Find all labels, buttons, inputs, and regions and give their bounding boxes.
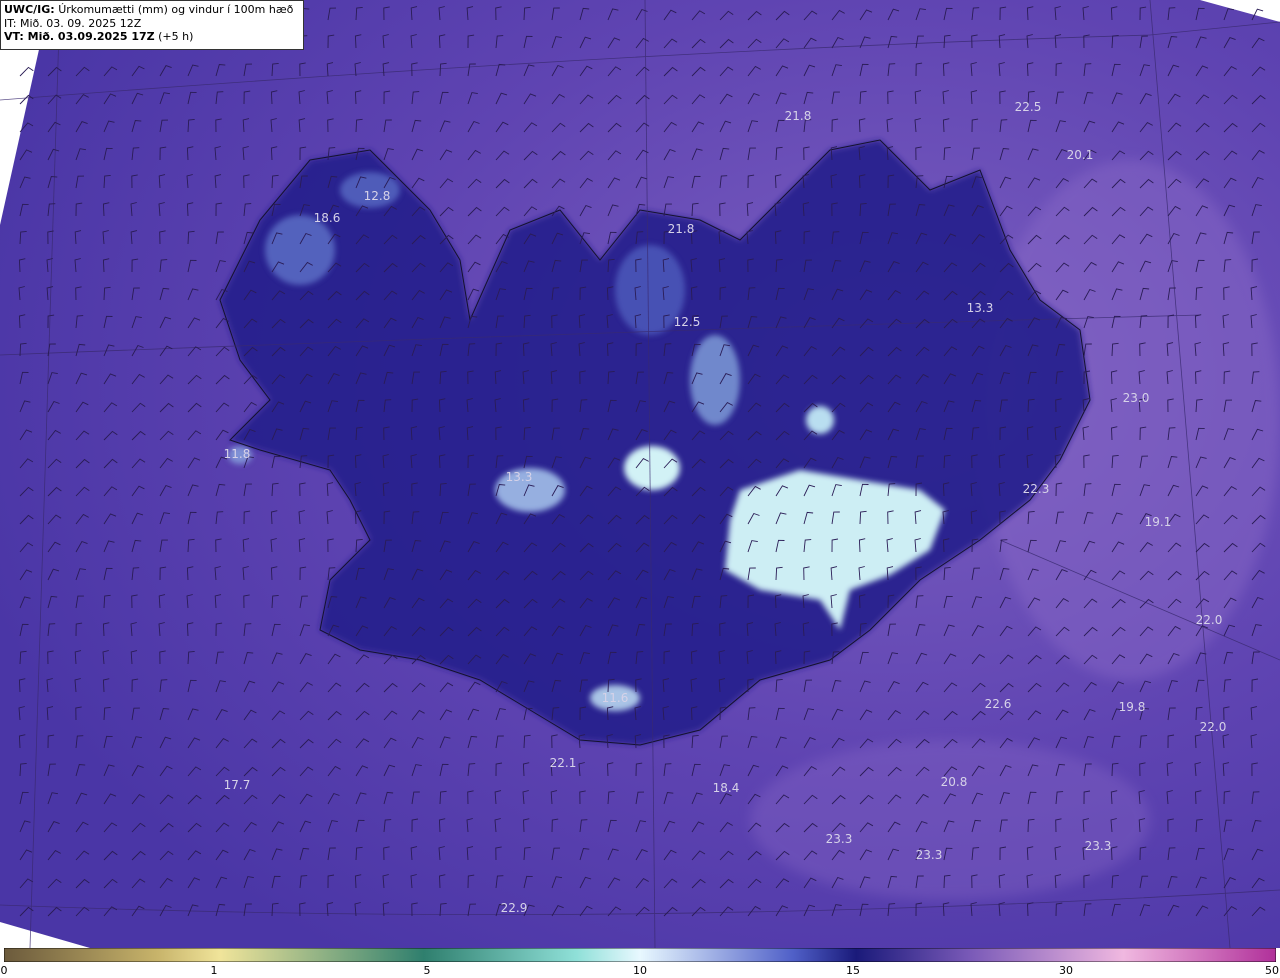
colorbar-tick-label: 10: [633, 964, 647, 977]
valid-offset: (+5 h): [158, 30, 194, 43]
map-value-label: 13.3: [967, 301, 994, 315]
weather-map[interactable]: 21.8 22.5 20.1 12.8 18.6 21.8 12.5 13.3 23.0 11.8…: [0, 0, 1280, 948]
map-value-label: 23.3: [826, 832, 853, 846]
map-value-label: 22.1: [550, 756, 577, 770]
map-value-label: 21.8: [785, 109, 812, 123]
valid-time: VT: Mið. 03.09.2025 17Z: [4, 30, 155, 43]
map-value-label: 23.0: [1123, 391, 1150, 405]
map-value-label: 22.5: [1015, 100, 1042, 114]
map-value-label: 17.7: [224, 778, 251, 792]
map-value-label: 13.3: [506, 470, 533, 484]
colorbar-tick-label: 15: [846, 964, 860, 977]
map-value-label: 18.4: [713, 781, 740, 795]
wind-barb: [19, 66, 34, 77]
map-value-label: 22.0: [1196, 613, 1223, 627]
map-header: UWC/IG: Úrkomumætti (mm) og vindur í 100…: [0, 0, 304, 50]
map-title: Úrkomumætti (mm) og vindur í 100m hæð: [58, 3, 294, 16]
colorbar-tick-label: 50: [1265, 964, 1279, 977]
colorbar: [4, 948, 1276, 962]
map-value-label: 12.8: [364, 189, 391, 203]
colorbar-tick-label: 0: [0, 964, 8, 977]
map-value-label: 20.8: [941, 775, 968, 789]
colorbar-tick-label: 30: [1059, 964, 1073, 977]
map-value-label: 19.1: [1145, 515, 1172, 529]
colorbar-tick-label: 1: [210, 964, 218, 977]
init-time: IT: Mið. 03. 09. 2025 12Z: [4, 16, 142, 30]
map-value-label: 22.3: [1023, 482, 1050, 496]
map-value-label: 22.6: [985, 697, 1012, 711]
model-name: UWC/IG:: [4, 3, 55, 16]
colorbar-tick-label: 5: [423, 964, 431, 977]
map-value-label: 22.0: [1200, 720, 1227, 734]
map-value-label: 11.6: [602, 691, 629, 705]
map-value-label: 21.8: [668, 222, 695, 236]
map-value-label: 23.3: [916, 848, 943, 862]
map-value-label: 22.9: [501, 901, 528, 915]
map-value-label: 20.1: [1067, 148, 1094, 162]
map-value-label: 19.8: [1119, 700, 1146, 714]
map-value-label: 11.8: [224, 447, 251, 461]
map-value-label: 23.3: [1085, 839, 1112, 853]
map-value-label: 18.6: [314, 211, 341, 225]
map-value-label: 12.5: [674, 315, 701, 329]
